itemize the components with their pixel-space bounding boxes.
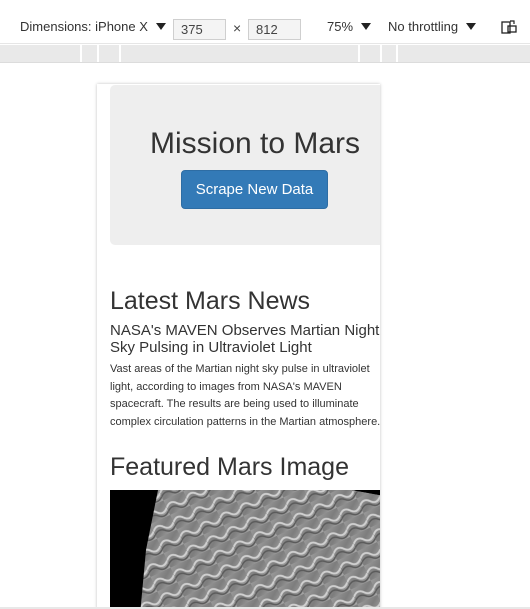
rotate-icon[interactable]	[501, 20, 517, 34]
device-frame: Mission to Mars Scrape New Data Latest M…	[97, 84, 380, 609]
page-title: Mission to Mars	[150, 127, 361, 160]
ruler-divider	[119, 45, 121, 62]
scrape-new-data-button[interactable]: Scrape New Data	[181, 170, 328, 209]
dimensions-dropdown[interactable]: Dimensions: iPhone X	[20, 14, 166, 38]
media-query-ruler	[0, 45, 530, 63]
news-title: NASA's MAVEN Observes Martian Night Sky …	[110, 322, 380, 356]
times-sign: ×	[233, 20, 242, 36]
caret-down-icon	[361, 22, 372, 30]
news-heading: Latest Mars News	[110, 287, 311, 315]
throttling-label: No throttling	[388, 18, 459, 34]
caret-down-icon	[155, 22, 166, 30]
news-paragraph: Vast areas of the Martian night sky puls…	[110, 363, 380, 428]
width-input[interactable]: 375	[173, 19, 226, 40]
ruler-divider	[380, 45, 382, 62]
device-toolbar: Dimensions: iPhone X 375 × 812 75% No th…	[0, 0, 530, 44]
throttling-dropdown[interactable]: No throttling	[388, 14, 477, 38]
featured-mars-image	[110, 490, 380, 609]
zoom-dropdown[interactable]: 75%	[327, 14, 372, 38]
jumbotron: Mission to Mars Scrape New Data	[110, 85, 380, 245]
ruler-divider	[358, 45, 360, 62]
ruler-divider	[396, 45, 398, 62]
dimensions-label: Dimensions: iPhone X	[20, 18, 148, 34]
mars-image-graphic	[140, 490, 380, 609]
featured-image-heading: Featured Mars Image	[110, 453, 349, 481]
height-input[interactable]: 812	[248, 19, 301, 40]
ruler-divider	[97, 45, 99, 62]
ruler-divider	[80, 45, 82, 62]
caret-down-icon	[466, 22, 477, 30]
zoom-label: 75%	[327, 18, 354, 34]
